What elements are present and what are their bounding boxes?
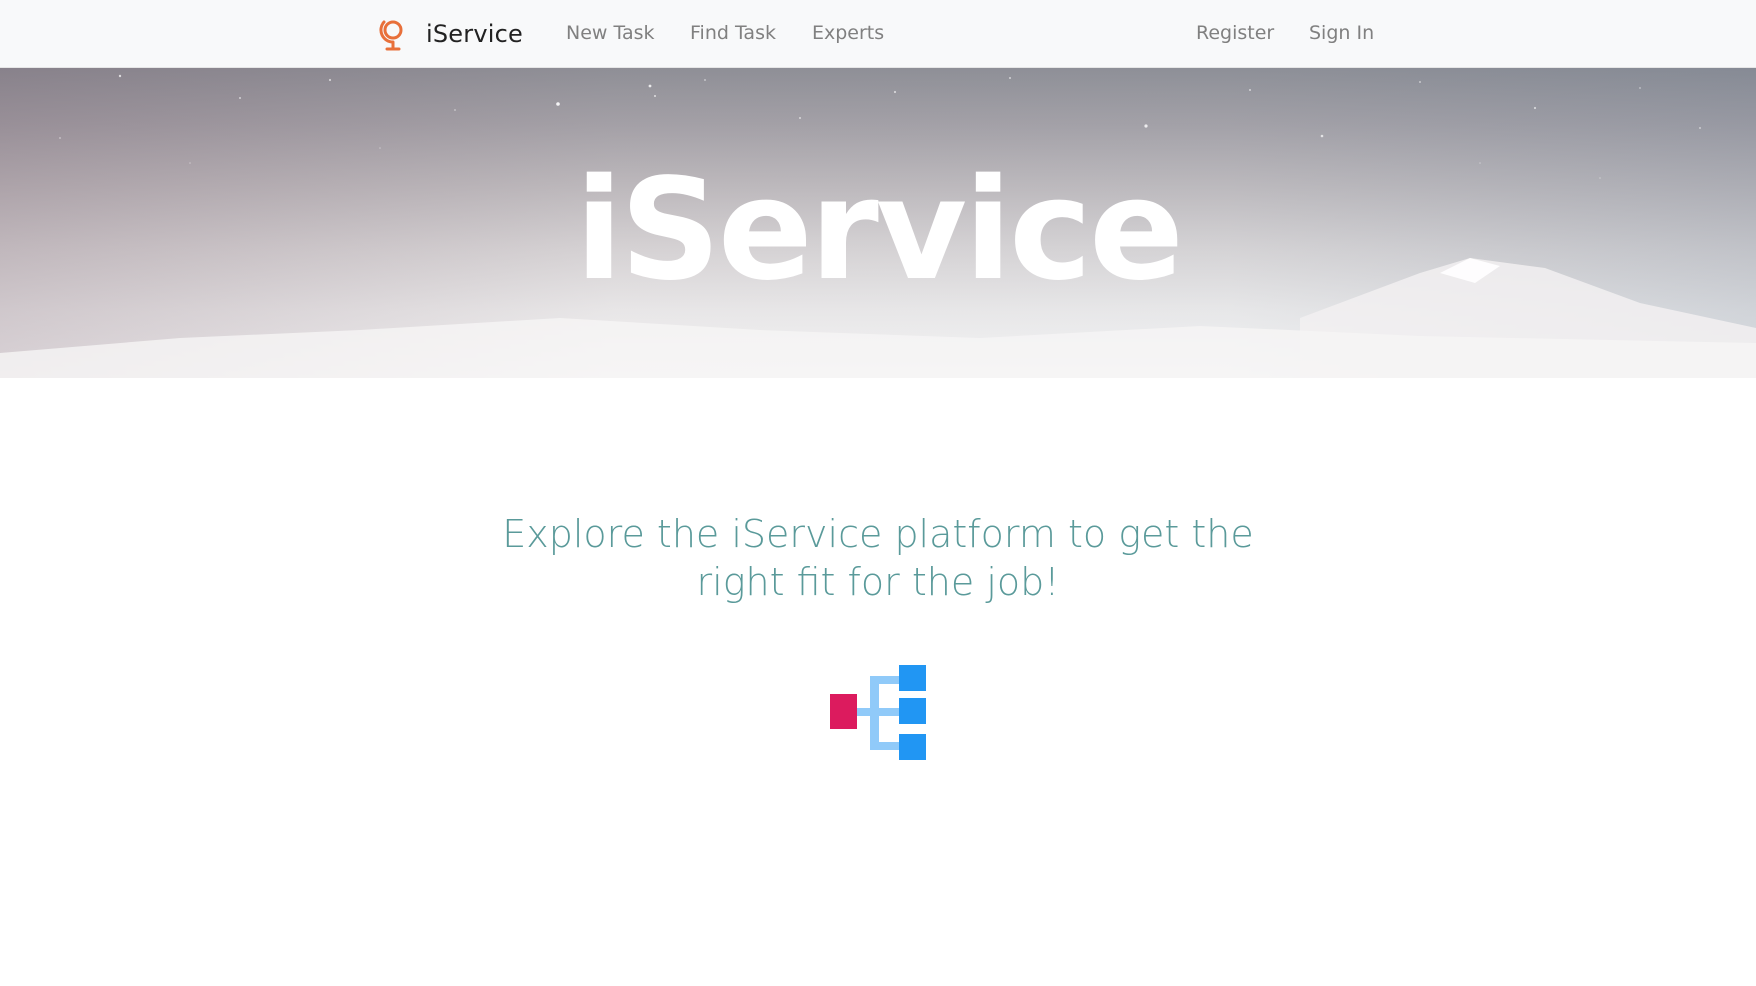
top-navbar: iService New Task Find Task Experts Regi… <box>0 0 1756 68</box>
nav-link-new-task[interactable]: New Task <box>566 22 655 44</box>
globe-stand-icon <box>379 20 403 51</box>
nav-link-find-task[interactable]: Find Task <box>690 22 776 44</box>
nav-link-experts[interactable]: Experts <box>812 22 884 44</box>
hero-title: iService <box>575 149 1184 312</box>
brand-link[interactable]: iService <box>378 14 523 54</box>
nav-link-register[interactable]: Register <box>1196 22 1274 44</box>
hierarchy-icon <box>830 665 926 760</box>
nav-link-sign-in[interactable]: Sign In <box>1309 22 1374 44</box>
tagline: Explore the iService platform to get the… <box>502 512 1254 604</box>
hero-banner: iService <box>0 68 1756 378</box>
brand-name: iService <box>426 20 523 48</box>
